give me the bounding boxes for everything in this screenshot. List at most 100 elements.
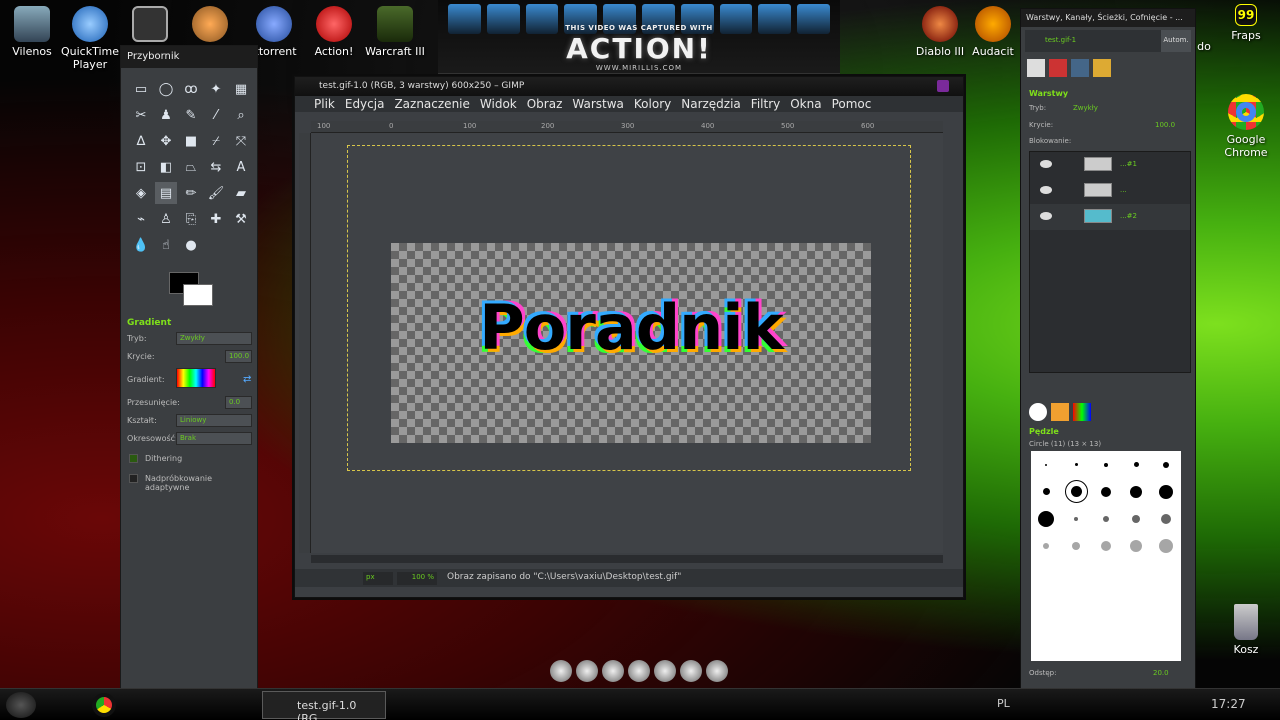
rect-select-tool-icon[interactable]: ▭ (130, 78, 152, 100)
paintbrush-tool-icon[interactable]: 🖌 (205, 182, 227, 204)
repeat-select[interactable]: Brak (176, 432, 252, 445)
brush-preview[interactable] (1074, 463, 1078, 466)
brush-preview[interactable] (1130, 485, 1142, 498)
paths-tab-icon[interactable] (1071, 59, 1089, 77)
launcher-icon[interactable] (680, 660, 702, 682)
bucket-fill-tool-icon[interactable]: ◈ (130, 182, 152, 204)
brush-preview[interactable] (1161, 513, 1171, 524)
blend-tool-icon[interactable]: ▤ (155, 182, 177, 204)
text-tool-icon[interactable]: A (230, 156, 252, 178)
spacing-value[interactable]: 20.0 (1153, 669, 1169, 677)
menu-edycja[interactable]: Edycja (340, 96, 390, 112)
foreground-select-tool-icon[interactable]: ♟ (155, 104, 177, 126)
offset-field[interactable]: 0.0 (225, 396, 252, 409)
opacity-field[interactable]: 100.0 (225, 350, 252, 363)
layer-row[interactable]: ... (1030, 178, 1190, 204)
desktop-icon-audacity[interactable]: Audacit (968, 6, 1018, 58)
ellipse-select-tool-icon[interactable]: ◯ (155, 78, 177, 100)
blur-tool-icon[interactable]: 💧 (130, 234, 152, 256)
adaptive-supersampling-checkbox[interactable] (129, 474, 138, 483)
menu-plik[interactable]: Plik (309, 96, 340, 112)
brush-preview[interactable] (1163, 461, 1169, 468)
channels-tab-icon[interactable] (1049, 59, 1067, 77)
desktop-icon-monitor[interactable] (118, 6, 182, 45)
system-clock[interactable]: 17:27 (1211, 697, 1246, 711)
horizontal-ruler[interactable]: 100 0 100 200 300 400 500 600 (311, 121, 943, 133)
close-window-button[interactable] (937, 80, 949, 92)
brush-preview[interactable] (1130, 539, 1142, 552)
desktop-icon-chrome[interactable]: Google Chrome (1214, 94, 1278, 159)
brush-preview[interactable] (1133, 462, 1139, 467)
menu-okna[interactable]: Okna (785, 96, 826, 112)
layers-opacity-value[interactable]: 100.0 (1155, 121, 1175, 129)
gradients-tab-icon[interactable] (1073, 403, 1091, 421)
chrome-taskbar-icon[interactable] (92, 693, 116, 717)
zoom-select[interactable]: 100 % (397, 572, 437, 585)
menu-widok[interactable]: Widok (475, 96, 522, 112)
desktop-icon-gimp[interactable] (178, 6, 242, 45)
image-selector[interactable]: test.gif-1 Autom. (1025, 30, 1191, 52)
menu-kolory[interactable]: Kolory (629, 96, 676, 112)
desktop-icon-diablo[interactable]: Diablo III (908, 6, 972, 58)
layers-mode-value[interactable]: Zwykły (1073, 104, 1098, 112)
brush-preview[interactable] (1101, 486, 1111, 497)
menu-pomoc[interactable]: Pomoc (827, 96, 877, 112)
flip-tool-icon[interactable]: ⇆ (205, 156, 227, 178)
brush-preview[interactable] (1104, 462, 1108, 467)
align-tool-icon[interactable]: ■ (180, 130, 202, 152)
eye-icon[interactable] (1040, 212, 1052, 220)
free-select-tool-icon[interactable]: ꝏ (180, 78, 202, 100)
paths-tool-icon[interactable]: ✎ (180, 104, 202, 126)
menu-warstwa[interactable]: Warstwa (567, 96, 629, 112)
smudge-tool-icon[interactable]: ☝ (155, 234, 177, 256)
launcher-icon[interactable] (576, 660, 598, 682)
brush-preview[interactable] (1042, 488, 1050, 495)
brushes-tab-icon[interactable] (1029, 403, 1047, 421)
layer-row[interactable]: ...#2 (1030, 204, 1190, 230)
start-button[interactable] (6, 692, 36, 718)
zoom-tool-icon[interactable]: ⌕ (230, 104, 252, 126)
undo-tab-icon[interactable] (1093, 59, 1111, 77)
menu-obraz[interactable]: Obraz (522, 96, 568, 112)
eraser-tool-icon[interactable]: ▰ (230, 182, 252, 204)
launcher-icon[interactable] (628, 660, 650, 682)
menu-narzedzia[interactable]: Narzędzia (676, 96, 746, 112)
brush-grid[interactable] (1031, 451, 1181, 661)
shape-select[interactable]: Liniowy (176, 414, 252, 427)
brush-preview[interactable] (1045, 463, 1047, 466)
taskbar-gimp-window[interactable]: test.gif-1.0 (RG... (262, 691, 386, 720)
pencil-tool-icon[interactable]: ✏ (180, 182, 202, 204)
brush-preview[interactable] (1038, 510, 1054, 527)
dithering-checkbox[interactable] (129, 454, 138, 463)
color-picker-tool-icon[interactable]: ⁄ (205, 104, 227, 126)
desktop-icon-fraps[interactable]: 99 Fraps (1214, 4, 1278, 42)
desktop-icon-warcraft[interactable]: Warcraft III (363, 6, 427, 58)
background-color-swatch[interactable] (183, 284, 213, 306)
brush-preview[interactable] (1132, 514, 1140, 523)
layers-tab-icon[interactable] (1027, 59, 1045, 77)
layer-row[interactable]: ...#1 (1030, 152, 1190, 178)
brush-preview[interactable] (1072, 541, 1080, 550)
desktop-icon-recycle-bin[interactable]: Kosz (1214, 604, 1278, 656)
brush-preview[interactable] (1074, 516, 1078, 521)
fuzzy-select-tool-icon[interactable]: ✦ (205, 78, 227, 100)
desktop-icon-quicktime[interactable]: QuickTime Player (58, 6, 122, 71)
image-canvas[interactable]: Poradnik (391, 243, 871, 443)
menu-filtry[interactable]: Filtry (746, 96, 785, 112)
menu-zaznaczenie[interactable]: Zaznaczenie (389, 96, 474, 112)
heal-tool-icon[interactable]: ✚ (205, 208, 227, 230)
perspective-clone-tool-icon[interactable]: ⚒ (230, 208, 252, 230)
rotate-tool-icon[interactable]: ⤧ (230, 130, 252, 152)
brush-preview[interactable] (1103, 515, 1109, 522)
language-indicator[interactable]: PL (997, 697, 1010, 710)
gradient-preview[interactable] (176, 368, 216, 388)
brush-preview[interactable] (1043, 542, 1049, 549)
launcher-icon[interactable] (706, 660, 728, 682)
eye-icon[interactable] (1040, 186, 1052, 194)
canvas-area[interactable]: Poradnik (311, 133, 943, 553)
brush-preview[interactable] (1159, 484, 1173, 499)
scissors-tool-icon[interactable]: ✂ (130, 104, 152, 126)
mode-select[interactable]: Zwykły (176, 332, 252, 345)
reverse-gradient-icon[interactable]: ⇄ (243, 374, 251, 385)
scale-tool-icon[interactable]: ⊡ (130, 156, 152, 178)
